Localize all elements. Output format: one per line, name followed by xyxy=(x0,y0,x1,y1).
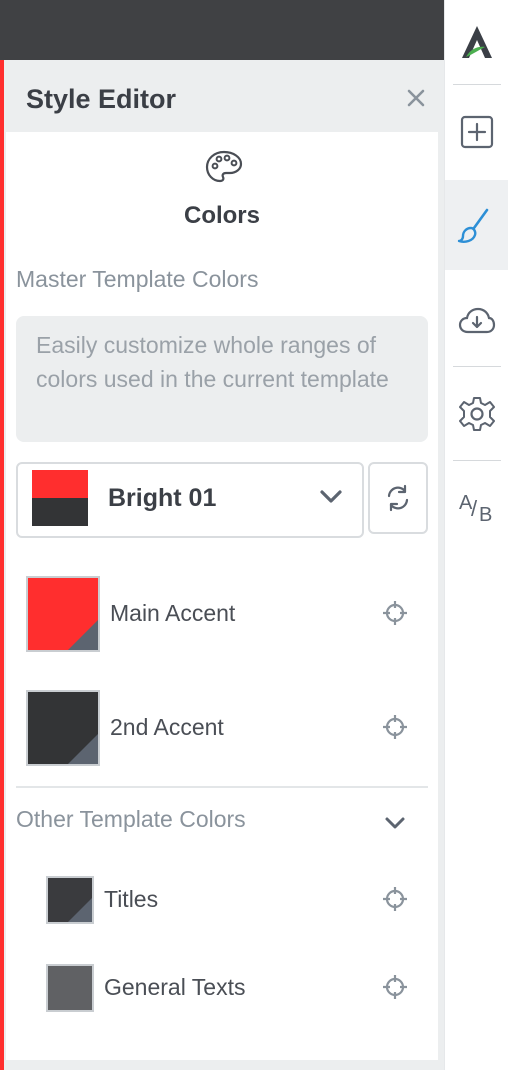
color-swatch[interactable] xyxy=(46,876,94,924)
panel-title: Style Editor xyxy=(26,84,177,114)
top-bar xyxy=(0,0,444,60)
target-icon[interactable] xyxy=(382,974,408,1000)
style-editor-button[interactable] xyxy=(445,180,508,270)
refresh-icon xyxy=(387,484,409,512)
ab-test-button[interactable]: A / B xyxy=(445,462,508,552)
target-icon[interactable] xyxy=(382,886,408,912)
color-row-main-accent[interactable]: Main Accent xyxy=(6,576,438,652)
gear-icon xyxy=(459,397,495,431)
master-colors-heading: Master Template Colors xyxy=(16,266,259,292)
chevron-down-icon xyxy=(320,490,342,503)
target-icon[interactable] xyxy=(382,714,408,740)
add-icon xyxy=(460,115,494,149)
logo-button[interactable] xyxy=(445,0,508,90)
brush-icon xyxy=(457,208,489,243)
preset-dropdown[interactable]: Bright 01 xyxy=(16,462,364,538)
preset-swatch xyxy=(32,470,88,526)
palette-icon xyxy=(205,150,243,183)
color-swatch[interactable] xyxy=(46,964,94,1012)
canvas-edge xyxy=(0,60,4,1070)
download-button[interactable] xyxy=(445,276,508,366)
chevron-down-icon[interactable] xyxy=(384,816,406,830)
info-text: Easily customize whole ranges of colors … xyxy=(36,332,389,392)
section-title: Colors xyxy=(183,202,260,229)
color-row-2nd-accent[interactable]: 2nd Accent xyxy=(6,690,438,766)
cloud-download-icon xyxy=(458,307,496,334)
color-label: General Texts xyxy=(104,974,246,1000)
settings-button[interactable] xyxy=(445,368,508,458)
color-row-titles[interactable]: Titles xyxy=(6,876,438,924)
preset-label: Bright 01 xyxy=(108,484,217,512)
divider xyxy=(16,786,428,788)
color-swatch[interactable] xyxy=(26,576,100,652)
logo-icon xyxy=(462,26,492,58)
other-colors-heading[interactable]: Other Template Colors xyxy=(16,806,246,833)
color-label: 2nd Accent xyxy=(110,714,224,740)
close-button[interactable] xyxy=(404,86,428,110)
panel-body: Colors Master Template Colors Easily cus… xyxy=(6,132,438,1060)
color-swatch[interactable] xyxy=(26,690,100,766)
color-label: Titles xyxy=(104,886,159,912)
panel-header: Style Editor xyxy=(4,60,440,132)
right-sidebar: A / B xyxy=(444,0,508,1070)
color-row-general-texts[interactable]: General Texts xyxy=(6,964,438,1012)
target-icon[interactable] xyxy=(382,600,408,626)
close-icon xyxy=(407,89,425,107)
info-box: Easily customize whole ranges of colors … xyxy=(16,316,428,442)
color-label: Main Accent xyxy=(110,600,236,626)
add-button[interactable] xyxy=(445,88,508,178)
refresh-button[interactable] xyxy=(368,462,428,534)
